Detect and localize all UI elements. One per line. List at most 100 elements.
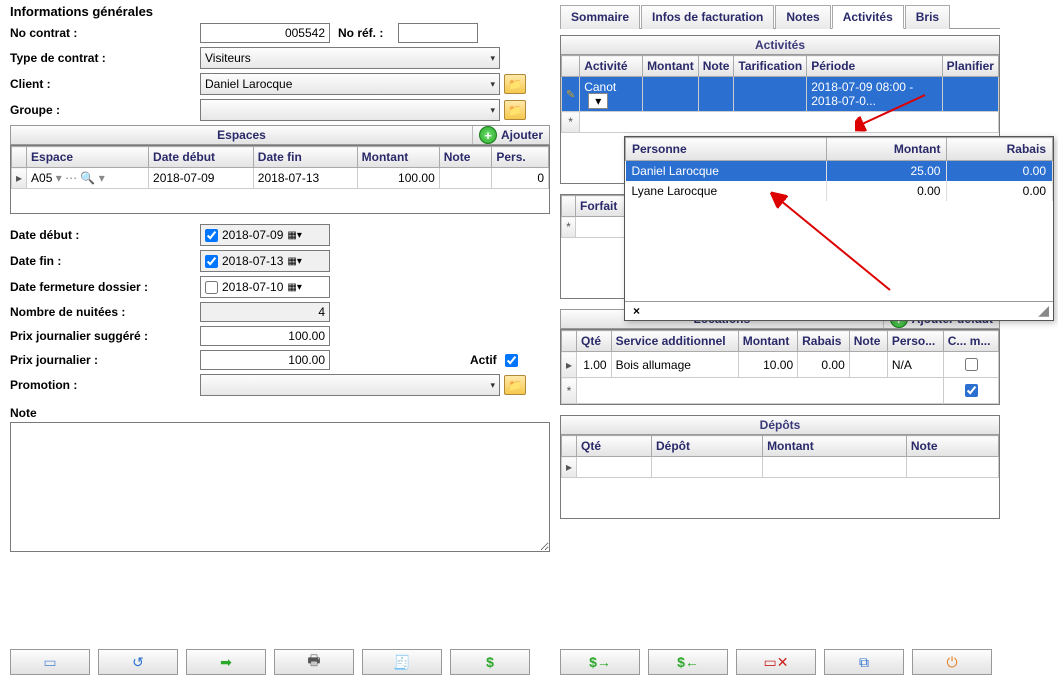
locations-grid[interactable]: Qté Service additionnel Montant Rabais N… — [560, 329, 1000, 405]
col-tarification[interactable]: Tarification — [734, 56, 807, 77]
col-perso[interactable]: Perso... — [887, 331, 943, 352]
client-select[interactable]: Daniel Larocque ▾ — [200, 73, 500, 95]
copy-icon: ⧉ — [859, 654, 869, 671]
note-textarea[interactable] — [10, 422, 550, 552]
col-note[interactable]: Note — [439, 147, 492, 168]
dollar-button[interactable]: $ — [450, 649, 530, 675]
col-note[interactable]: Note — [906, 436, 998, 457]
date-fermeture-picker[interactable]: 2018-07-10 ▦▾ — [200, 276, 330, 298]
espaces-add-label: Ajouter — [501, 128, 543, 142]
export-button[interactable]: ➡ — [186, 649, 266, 675]
espaces-add-button[interactable]: + Ajouter — [472, 126, 549, 144]
power-button[interactable]: ⏻ — [912, 649, 992, 675]
col-c[interactable]: C... m... — [943, 331, 998, 352]
undo-button[interactable]: ↺ — [98, 649, 178, 675]
cell-montant: 100.00 — [357, 168, 439, 189]
receipt-icon: 🧾 — [393, 654, 410, 671]
popup-row[interactable]: Lyane Larocque 0.00 0.00 — [626, 181, 1053, 201]
actif-checkbox[interactable] — [505, 354, 518, 367]
col-note[interactable]: Note — [849, 331, 887, 352]
folder-icon[interactable]: 📁 — [504, 100, 526, 120]
espaces-grid[interactable]: Espace Date début Date fin Montant Note … — [10, 145, 550, 214]
resize-grip-icon[interactable]: ◢ — [1034, 302, 1053, 320]
date-fermeture-check[interactable] — [205, 281, 218, 294]
cell-qte: 1.00 — [577, 352, 612, 378]
col-qte[interactable]: Qté — [577, 436, 652, 457]
print-button[interactable]: 🖶 — [274, 649, 354, 675]
dollar-right-button[interactable]: $→ — [560, 649, 640, 675]
cell-perso: N/A — [887, 352, 943, 378]
promotion-select[interactable]: ▾ — [200, 374, 500, 396]
tab-infos-facturation[interactable]: Infos de facturation — [641, 5, 774, 29]
popup-col-rabais[interactable]: Rabais — [947, 138, 1053, 161]
col-montant[interactable]: Montant — [357, 147, 439, 168]
chevron-down-icon: ▾ — [490, 380, 495, 391]
copy-button[interactable]: ⧉ — [824, 649, 904, 675]
date-fin-picker[interactable]: 2018-07-13 ▦▾ — [200, 250, 330, 272]
file-button[interactable]: ▭ — [10, 649, 90, 675]
col-date-fin[interactable]: Date fin — [253, 147, 357, 168]
espaces-title: Espaces — [11, 126, 472, 144]
col-date-debut[interactable]: Date début — [149, 147, 254, 168]
cell-rabais: 0.00 — [798, 352, 850, 378]
dollar-icon: $ — [486, 654, 494, 670]
dollar-left-button[interactable]: $← — [648, 649, 728, 675]
col-activite[interactable]: Activité — [580, 56, 643, 77]
folder-icon[interactable]: 📁 — [504, 375, 526, 395]
popup-row[interactable]: Daniel Larocque 25.00 0.00 — [626, 161, 1053, 182]
label-type-contrat: Type de contrat : — [10, 51, 200, 65]
col-montant[interactable]: Montant — [763, 436, 907, 457]
tab-notes[interactable]: Notes — [775, 5, 830, 29]
date-fin-check[interactable] — [205, 255, 218, 268]
cell-montant: 10.00 — [738, 352, 797, 378]
col-depot[interactable]: Dépôt — [651, 436, 762, 457]
tab-activites[interactable]: Activités — [832, 5, 904, 29]
cell-planifier — [942, 77, 998, 112]
groupe-select[interactable]: ▾ — [200, 99, 500, 121]
cell-c-checkbox[interactable] — [965, 384, 978, 397]
table-row[interactable]: ▸ A05 ▾ ⋯ 🔍 ▾ 2018-07-09 2018-07-13 100.… — [12, 168, 549, 189]
col-espace[interactable]: Espace — [27, 147, 149, 168]
col-service[interactable]: Service additionnel — [611, 331, 738, 352]
popup-close-button[interactable]: × — [625, 302, 648, 320]
tab-bris[interactable]: Bris — [905, 5, 950, 29]
table-row[interactable]: ▸ 1.00 Bois allumage 10.00 0.00 N/A — [562, 352, 999, 378]
popup-col-montant[interactable]: Montant — [827, 138, 947, 161]
popup-cell-personne: Daniel Larocque — [626, 161, 827, 182]
cancel-button[interactable]: ▭✕ — [736, 649, 816, 675]
personne-popup[interactable]: Personne Montant Rabais Daniel Larocque … — [624, 136, 1054, 321]
date-fermeture-value: 2018-07-10 — [222, 280, 283, 294]
label-date-fermeture: Date fermeture dossier : — [10, 280, 200, 294]
date-debut-check[interactable] — [205, 229, 218, 242]
label-no-ref: No réf. : — [338, 26, 398, 40]
col-note[interactable]: Note — [698, 56, 734, 77]
col-montant[interactable]: Montant — [738, 331, 797, 352]
section-title-general: Informations générales — [10, 4, 550, 19]
tab-sommaire[interactable]: Sommaire — [560, 5, 640, 29]
no-contrat-input[interactable] — [200, 23, 330, 43]
col-periode[interactable]: Période — [807, 56, 942, 77]
col-montant[interactable]: Montant — [643, 56, 699, 77]
label-groupe: Groupe : — [10, 103, 200, 117]
chevron-down-icon: ▾ — [490, 105, 495, 116]
type-contrat-select[interactable]: Visiteurs ▾ — [200, 47, 500, 69]
prix-input[interactable] — [200, 350, 330, 370]
label-date-fin: Date fin : — [10, 254, 200, 268]
no-ref-input[interactable] — [398, 23, 478, 43]
col-rabais[interactable]: Rabais — [798, 331, 850, 352]
date-debut-picker[interactable]: 2018-07-09 ▦▾ — [200, 224, 330, 246]
tabs: Sommaire Infos de facturation Notes Acti… — [560, 4, 1000, 29]
popup-col-personne[interactable]: Personne — [626, 138, 827, 161]
depots-grid[interactable]: Dépôts Qté Dépôt Montant Note ▸ — [560, 415, 1000, 519]
receipt-button[interactable]: 🧾 — [362, 649, 442, 675]
col-pers[interactable]: Pers. — [492, 147, 549, 168]
col-qte[interactable]: Qté — [577, 331, 612, 352]
cell-c-checkbox[interactable] — [965, 358, 978, 371]
folder-icon[interactable]: 📁 — [504, 74, 526, 94]
label-no-contrat: No contrat : — [10, 26, 200, 40]
table-row[interactable]: ✎ Canot ▾ 2018-07-09 08:00 - 2018-07-0..… — [562, 77, 999, 112]
col-planifier[interactable]: Planifier — [942, 56, 998, 77]
cell-montant — [643, 77, 699, 112]
prix-sugg-input[interactable] — [200, 326, 330, 346]
cancel-icon: ▭✕ — [764, 654, 789, 671]
